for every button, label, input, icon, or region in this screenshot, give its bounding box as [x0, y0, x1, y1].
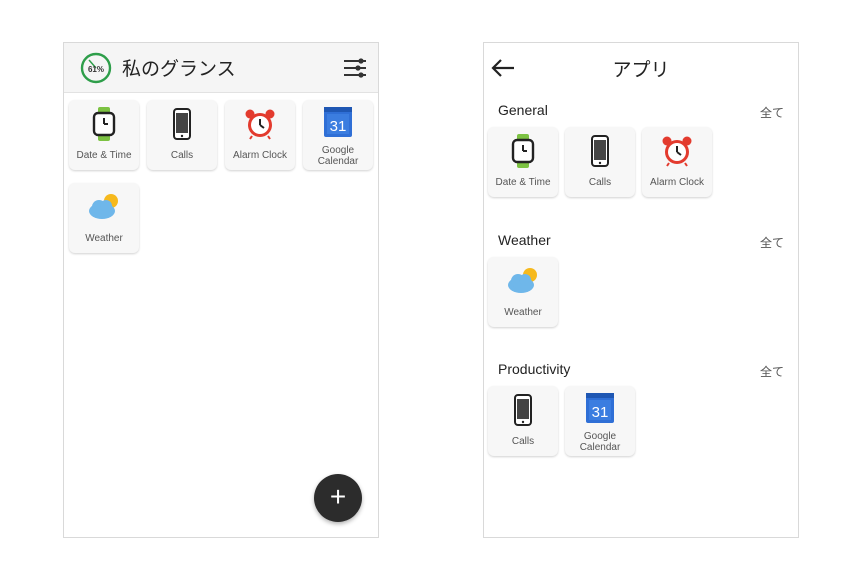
- tile-label: Calls: [588, 177, 612, 188]
- tile-weather[interactable]: Weather: [488, 257, 558, 327]
- tile-date-time[interactable]: Date & Time: [69, 100, 139, 170]
- tile-google-calendar[interactable]: 31 Google Calendar: [565, 386, 635, 456]
- weather-icon: [69, 190, 139, 224]
- tile-label-line2: Calendar: [579, 442, 621, 453]
- my-glance-screen: 61% 私のグランス Date & Time Calls Alarm Clock…: [63, 42, 379, 538]
- calendar-icon: 31: [303, 105, 373, 139]
- see-all-weather-link[interactable]: 全て: [760, 234, 784, 251]
- add-glance-button[interactable]: +: [314, 474, 362, 522]
- tile-weather[interactable]: Weather: [69, 183, 139, 253]
- tile-label: Alarm Clock: [233, 150, 287, 161]
- weather-icon: [488, 264, 558, 298]
- tile-calls[interactable]: Calls: [147, 100, 217, 170]
- alarm-clock-icon: [642, 134, 712, 168]
- tile-label: Calls: [170, 150, 194, 161]
- alarm-clock-icon: [225, 107, 295, 141]
- section-title-productivity: Productivity: [498, 361, 571, 377]
- apps-header: アプリ: [484, 43, 798, 93]
- tile-date-time[interactable]: Date & Time: [488, 127, 558, 197]
- tile-label: Calls: [511, 436, 535, 447]
- battery-percent: 61%: [87, 65, 104, 74]
- tile-label: Date & Time: [76, 150, 132, 161]
- sliders-icon: [344, 58, 366, 78]
- see-all-general-link[interactable]: 全て: [760, 104, 784, 121]
- tile-calls[interactable]: Calls: [565, 127, 635, 197]
- watch-icon: [488, 134, 558, 168]
- watch-icon: [69, 107, 139, 141]
- tile-label-line2: Calendar: [317, 156, 359, 167]
- app-header: 61% 私のグランス: [64, 43, 378, 93]
- tile-alarm-clock[interactable]: Alarm Clock: [225, 100, 295, 170]
- tile-label: Weather: [504, 307, 542, 318]
- calendar-icon: 31: [565, 391, 635, 425]
- tile-label: Weather: [85, 233, 123, 244]
- phone-icon: [565, 134, 635, 168]
- plus-icon: +: [329, 481, 347, 512]
- phone-icon: [147, 107, 217, 141]
- section-title-general: General: [498, 102, 548, 118]
- phone-icon: [488, 393, 558, 427]
- calendar-day: 31: [330, 118, 347, 135]
- calendar-day: 31: [592, 404, 609, 421]
- apps-screen: アプリ General 全て Date & Time Calls Alarm C…: [483, 42, 799, 538]
- tile-calls[interactable]: Calls: [488, 386, 558, 456]
- tile-alarm-clock[interactable]: Alarm Clock: [642, 127, 712, 197]
- tile-label: Alarm Clock: [650, 177, 704, 188]
- page-title: 私のグランス: [122, 59, 236, 80]
- tile-label-line1: Google: [321, 145, 355, 156]
- settings-sliders-button[interactable]: [342, 55, 368, 81]
- section-title-weather: Weather: [498, 232, 551, 248]
- see-all-productivity-link[interactable]: 全て: [760, 363, 784, 380]
- tile-label: Date & Time: [495, 177, 551, 188]
- tile-label-line1: Google: [583, 431, 617, 442]
- battery-indicator: 61%: [80, 52, 112, 84]
- tile-label: Google Calendar: [565, 431, 635, 453]
- tile-label: Google Calendar: [303, 145, 373, 167]
- tile-google-calendar[interactable]: 31 Google Calendar: [303, 100, 373, 170]
- page-title: アプリ: [612, 60, 670, 81]
